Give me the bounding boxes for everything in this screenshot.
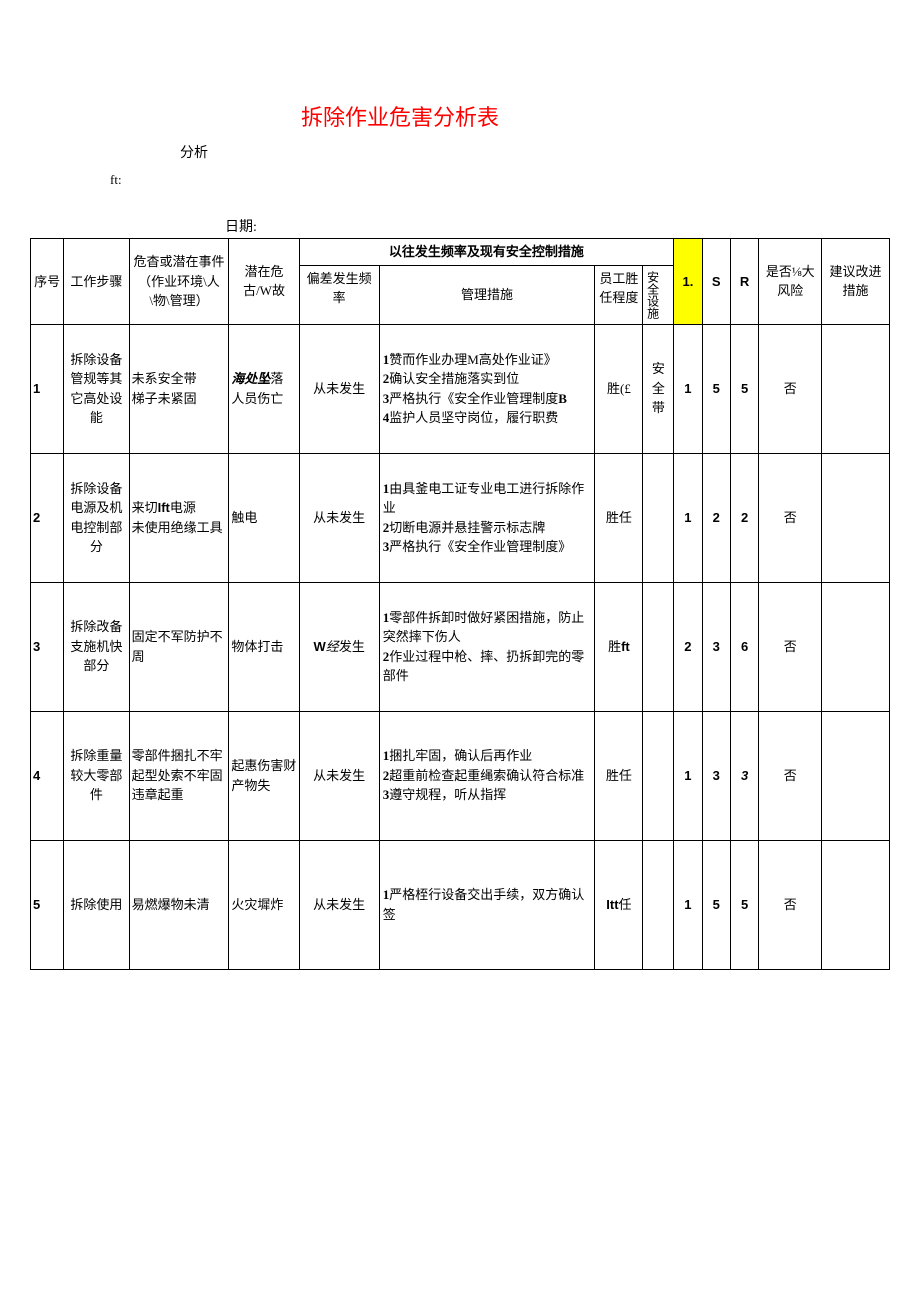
cell: 5: [702, 840, 730, 969]
cell: 1零部件拆卸时做好紧困措施，防止突然摔下伤人2作业过程中枪、摔、扔拆卸完的零部件: [379, 582, 595, 711]
cell: 拆除设备电源及机电控制部分: [64, 453, 129, 582]
header-mgmt: 管理措施: [379, 265, 595, 324]
cell: 从未发生: [299, 453, 379, 582]
table-row: 4拆除重量较大零部件零部件捆扎不牢起型处索不牢固违章起重起惠伤害财产物失从未发生…: [31, 711, 890, 840]
cell: 否: [759, 840, 822, 969]
cell: 否: [759, 582, 822, 711]
cell: 固定不军防护不周: [129, 582, 229, 711]
cell: 否: [759, 711, 822, 840]
cell: 1: [674, 711, 702, 840]
cell: 安全带: [643, 324, 674, 453]
cell: 易燃爆物未清: [129, 840, 229, 969]
cell: 2: [702, 453, 730, 582]
cell: 3: [702, 711, 730, 840]
table-row: 5拆除使用易燃爆物未清火灾墀炸从未发生1严格桎行设备交出手续，双方确认签Itt任…: [31, 840, 890, 969]
cell: 5: [730, 324, 758, 453]
cell: 1: [674, 453, 702, 582]
cell: 3: [702, 582, 730, 711]
cell: 1赞而作业办理M高处作业证》2确认安全措施落实到位3严格执行《安全作业管理制度B…: [379, 324, 595, 453]
cell: 胜任: [595, 711, 643, 840]
cell: 3: [730, 711, 758, 840]
header-improve: 建议改进措施: [822, 239, 890, 325]
cell: 1捆扎牢固，确认后再作业2超重前检查起重绳索确认符合标准3遵守规程，听从指挥: [379, 711, 595, 840]
cell: 起惠伤害财产物失: [229, 711, 299, 840]
cell: 物体打击: [229, 582, 299, 711]
cell: 触电: [229, 453, 299, 582]
cell: 2: [730, 453, 758, 582]
header-big: 是否⅛大风险: [759, 239, 822, 325]
cell: 否: [759, 453, 822, 582]
ft-label: ft:: [110, 172, 890, 188]
cell: 海处坠落人员伤亡: [229, 324, 299, 453]
cell: 1: [31, 324, 64, 453]
analysis-label: 分析: [180, 142, 890, 162]
table-row: 2拆除设备电源及机电控制部分来切Ift电源未使用绝缘工具触电从未发生1由具釜电工…: [31, 453, 890, 582]
cell: 胜(£: [595, 324, 643, 453]
cell: 未系安全带梯子未紧固: [129, 324, 229, 453]
cell: 火灾墀炸: [229, 840, 299, 969]
cell: Itt任: [595, 840, 643, 969]
cell: 拆除重量较大零部件: [64, 711, 129, 840]
table-row: 3拆除改备支施机快部分固定不军防护不周物体打击W经发生1零部件拆卸时做好紧困措施…: [31, 582, 890, 711]
table-row: 1拆除设备管规等其它高处设能未系安全带梯子未紧固海处坠落人员伤亡从未发生1赞而作…: [31, 324, 890, 453]
cell: [643, 453, 674, 582]
cell: 拆除设备管规等其它高处设能: [64, 324, 129, 453]
header-comp: 员工胜任程度: [595, 265, 643, 324]
header-l: 1.: [674, 239, 702, 325]
header-seq: 序号: [31, 239, 64, 325]
cell: 1: [674, 324, 702, 453]
cell: 胜ft: [595, 582, 643, 711]
header-accident: 潜在危古/W故: [229, 239, 299, 325]
cell: [643, 840, 674, 969]
cell: 从未发生: [299, 840, 379, 969]
header-step: 工作步骤: [64, 239, 129, 325]
page-title: 拆除作业危害分析表: [200, 100, 600, 132]
cell: 拆除改备支施机快部分: [64, 582, 129, 711]
header-safe: 安全设施: [643, 265, 674, 324]
cell: [822, 840, 890, 969]
cell: 来切Ift电源未使用绝缘工具: [129, 453, 229, 582]
cell: 从未发生: [299, 324, 379, 453]
cell: 1严格桎行设备交出手续，双方确认签: [379, 840, 595, 969]
header-r: R: [730, 239, 758, 325]
header-s: S: [702, 239, 730, 325]
cell: 1: [674, 840, 702, 969]
cell: 从未发生: [299, 711, 379, 840]
cell: 3: [31, 582, 64, 711]
cell: W经发生: [299, 582, 379, 711]
cell: 1由具釜电工证专业电工进行拆除作业2切断电源并悬挂警示标志牌3严格执行《安全作业…: [379, 453, 595, 582]
cell: 胜任: [595, 453, 643, 582]
cell: [643, 582, 674, 711]
cell: 6: [730, 582, 758, 711]
cell: 5: [730, 840, 758, 969]
date-label: 日期:: [225, 216, 890, 236]
cell: 零部件捆扎不牢起型处索不牢固违章起重: [129, 711, 229, 840]
cell: 否: [759, 324, 822, 453]
cell: [822, 453, 890, 582]
cell: 4: [31, 711, 64, 840]
cell: 拆除使用: [64, 840, 129, 969]
cell: 2: [674, 582, 702, 711]
header-freq: 偏差发生频率: [299, 265, 379, 324]
cell: 2: [31, 453, 64, 582]
cell: [643, 711, 674, 840]
cell: [822, 582, 890, 711]
cell: 5: [702, 324, 730, 453]
header-group: 以往发生频率及现有安全控制措施: [299, 239, 674, 266]
cell: [822, 711, 890, 840]
cell: [822, 324, 890, 453]
header-hazard: 危杳或潜在事件（作业环境\人\物\管理）: [129, 239, 229, 325]
hazard-table: 序号 工作步骤 危杳或潜在事件（作业环境\人\物\管理） 潜在危古/W故 以往发…: [30, 238, 890, 970]
cell: 5: [31, 840, 64, 969]
